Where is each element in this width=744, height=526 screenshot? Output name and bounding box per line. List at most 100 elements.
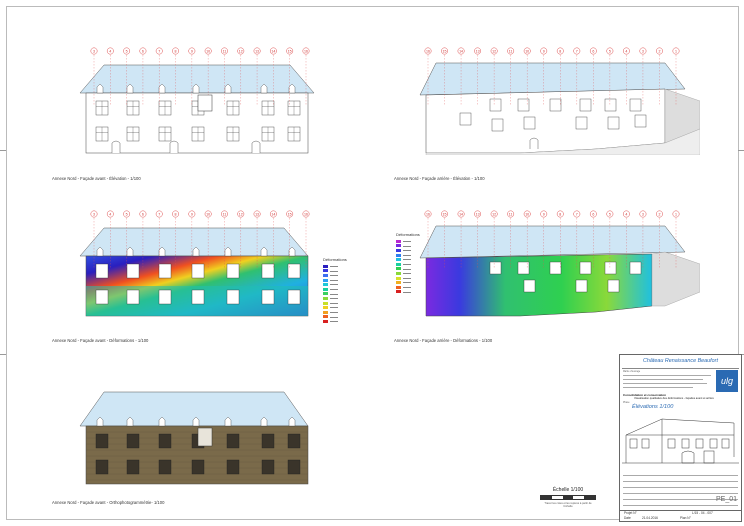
legend-tick: [403, 250, 411, 251]
legend-swatch: [323, 264, 328, 268]
revision-table-line: [623, 493, 738, 494]
legend-tick: [403, 282, 411, 283]
window: [191, 289, 205, 305]
legend-tick: [403, 264, 411, 265]
revision-table-line: [623, 481, 738, 482]
window: [261, 263, 275, 279]
window: [549, 261, 562, 275]
legend-tick: [403, 268, 411, 270]
axis-label: 11: [509, 212, 513, 216]
legend-tick: [330, 298, 338, 299]
window: [126, 459, 140, 475]
legend-tick: [403, 241, 411, 242]
window: [95, 289, 109, 305]
axis-label: 4: [625, 49, 627, 53]
axis-label: 10: [206, 212, 210, 216]
axis-label: 16: [304, 212, 308, 216]
axis-label: 9: [191, 212, 193, 216]
sheet-code: PE_01: [716, 496, 738, 503]
axis-label: 5: [126, 212, 128, 216]
legend-swatch: [396, 253, 401, 257]
divider: [623, 379, 703, 380]
legend-row: [396, 290, 420, 295]
axis-label: 12: [239, 49, 243, 53]
axis-label: 6: [592, 49, 594, 53]
window: [579, 261, 592, 275]
legend-swatch: [323, 278, 328, 282]
window: [226, 289, 240, 305]
fold-mark: [0, 150, 6, 151]
legend-front-deformations: Déformations: [323, 257, 347, 324]
legend-row: [323, 319, 347, 324]
scale-label: Échelle 1/100: [552, 487, 584, 493]
rear-deformations-drawing: 16 15 14 13 12 11 10 9 8 7 6 5 4 3 2 1: [419, 210, 700, 317]
window: [607, 279, 620, 293]
window: [604, 261, 617, 275]
footer-divider: [620, 510, 741, 511]
window: [579, 98, 592, 112]
legend-swatch: [323, 283, 328, 287]
window: [523, 279, 536, 293]
legend-swatch: [396, 276, 401, 280]
phase-line: Phase: [623, 402, 630, 404]
window: [191, 459, 205, 475]
legend-tick: [330, 270, 338, 272]
axis-label: 12: [239, 212, 243, 216]
window: [261, 459, 275, 475]
project-label: Projet N°: [624, 511, 637, 515]
building-perspective-sketch: [622, 418, 739, 464]
caption-rear-elevation: Annexe Nord - Façade arrière - Élévation…: [394, 176, 485, 181]
legend-tick: [403, 286, 411, 288]
window: [575, 116, 588, 130]
legend-swatch: [323, 292, 328, 296]
window: [126, 433, 140, 449]
legend-swatch: [323, 306, 328, 310]
axis-label: 16: [426, 212, 430, 216]
window: [523, 116, 536, 130]
window: [226, 263, 240, 279]
axis-label: 15: [288, 212, 292, 216]
divider: [623, 375, 711, 376]
axis-label: 16: [426, 49, 430, 53]
window: [226, 433, 240, 449]
axis-label: 6: [142, 49, 144, 53]
legend-tick: [330, 321, 338, 322]
axis-label: 15: [288, 49, 292, 53]
revision-table-line: [623, 487, 738, 488]
front-ortho-drawing: [79, 391, 309, 485]
axis-label: 7: [158, 49, 160, 53]
legend-swatch: [323, 273, 328, 277]
window: [261, 433, 275, 449]
axis-label: 2: [658, 212, 660, 216]
legend-swatch: [396, 281, 401, 285]
drawing-title: Élévations 1/100: [632, 404, 674, 410]
axis-label: 6: [142, 212, 144, 216]
legend-swatch: [396, 290, 401, 294]
legend-rear-deformations: Déformations: [396, 232, 420, 294]
window: [607, 116, 620, 130]
title-block: Château Renaissance Beaufort ulg Maître …: [619, 354, 742, 522]
axis-label: 6: [592, 212, 594, 216]
ulg-logo: ulg: [716, 370, 738, 392]
window: [126, 289, 140, 305]
axis-label: 14: [459, 49, 463, 53]
sheet-border-top: [6, 6, 738, 7]
date-value: 21.04.2016: [642, 516, 658, 520]
axis-label: 4: [109, 212, 111, 216]
axis-label: 4: [625, 212, 627, 216]
window: [459, 112, 472, 126]
axis-label: 3: [93, 212, 95, 216]
caption-front-deformations: Annexe Nord - Façade avant - Déformation…: [52, 338, 149, 343]
window: [629, 261, 642, 275]
caption-front-elevation: Annexe Nord - Façade avant - Élévation -…: [52, 176, 141, 181]
axis-label: 8: [175, 49, 177, 53]
client-line: Maître d'ouvrage: [623, 371, 641, 373]
window: [95, 263, 109, 279]
legend-swatch: [396, 285, 401, 289]
axis-label: 12: [492, 49, 496, 53]
doorway: [529, 137, 539, 149]
caption-front-ortho: Annexe Nord - Façade avant - Orthophotog…: [52, 500, 165, 505]
axis-label: 9: [543, 212, 545, 216]
axis-label: 11: [509, 49, 513, 53]
window: [489, 98, 502, 112]
